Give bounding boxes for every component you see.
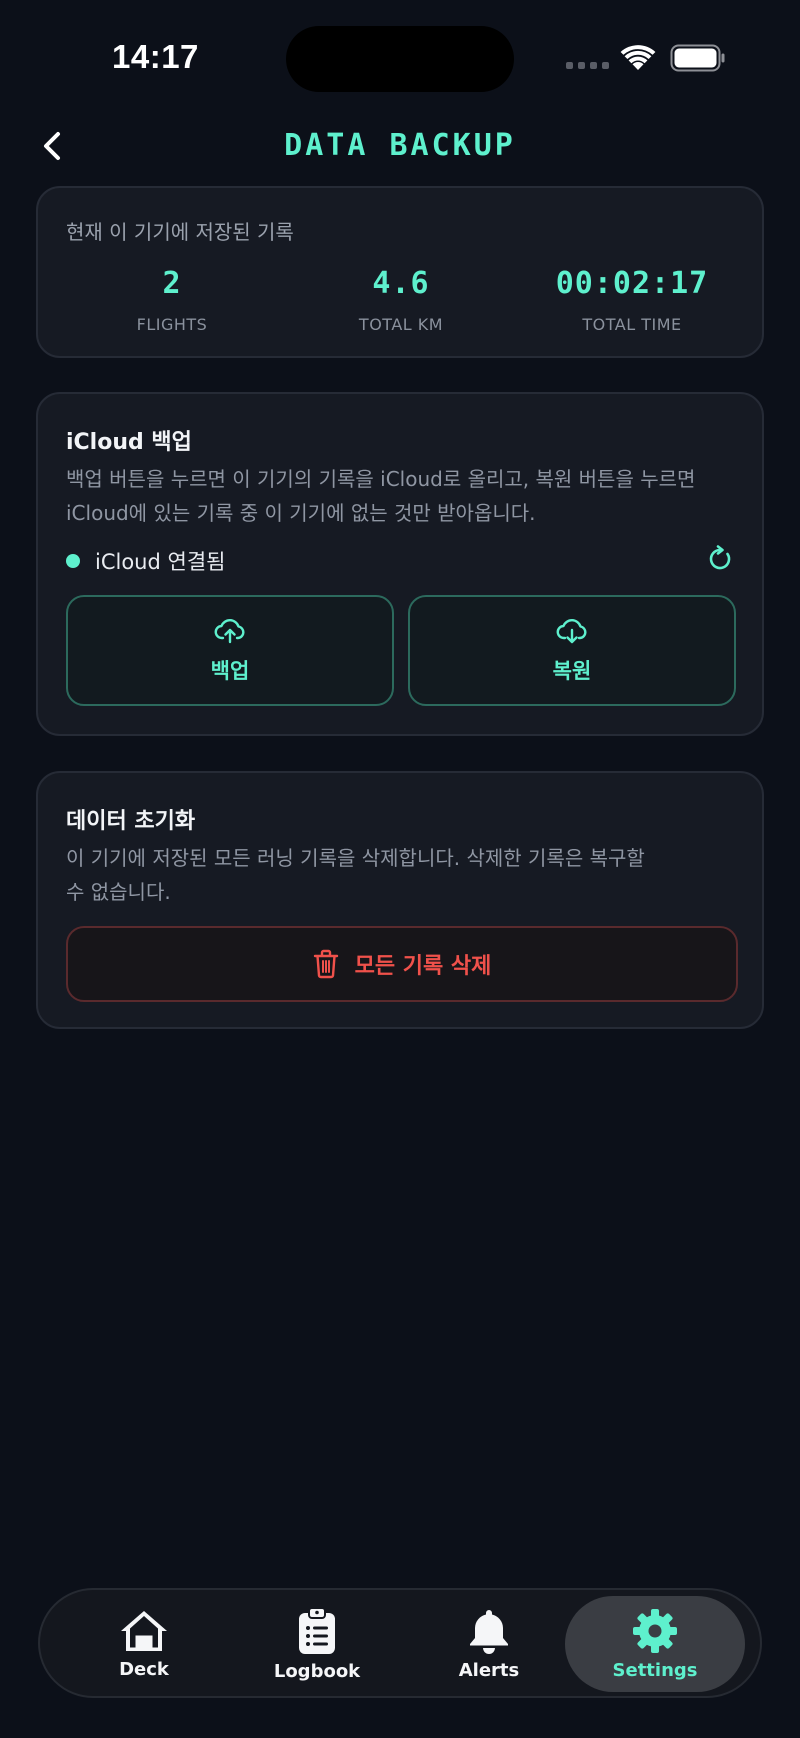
status-dot: [66, 554, 80, 568]
gear-icon: [633, 1608, 677, 1653]
reset-card-title: 데이터 초기화: [66, 809, 196, 834]
cloud-upload-icon: [214, 618, 245, 643]
refresh-icon: [709, 545, 731, 570]
stat-label: TOTAL TIME: [582, 315, 682, 334]
clipboard-list-icon: [299, 1606, 335, 1654]
tab-label: Alerts: [458, 1659, 520, 1681]
description-line: 수 없습니다.: [66, 880, 171, 904]
backup-label: 백업: [210, 658, 250, 683]
cellular-signal-icon: [566, 62, 609, 69]
icloud-card-title: iCloud 백업: [66, 430, 192, 455]
icloud-connection-status: iCloud 연결됨: [66, 546, 225, 576]
stat-value: 00:02:17: [555, 266, 709, 301]
description-line: 백업 버튼을 누르면 이 기기의 기록을 iCloud로 올리고, 복원 버튼을…: [66, 467, 696, 491]
restore-label: 복원: [552, 658, 592, 683]
delete-label: 모든 기록 삭제: [354, 954, 492, 979]
delete-all-records-button[interactable]: 모든 기록 삭제: [66, 926, 738, 1002]
house-icon: [121, 1610, 167, 1651]
icloud-backup-card: iCloud 백업 백업 버튼을 누르면 이 기기의 기록을 iCloud로 올…: [36, 392, 764, 736]
trash-icon: [313, 949, 338, 979]
battery-icon: [670, 44, 725, 72]
tab-settings[interactable]: Settings: [565, 1596, 745, 1692]
status-text: iCloud 연결됨: [95, 550, 226, 574]
stat-label: TOTAL KM: [358, 315, 444, 334]
icloud-card-description: 백업 버튼을 누르면 이 기기의 기록을 iCloud로 올리고, 복원 버튼을…: [66, 462, 738, 530]
status-time: 14:17: [112, 38, 199, 75]
dynamic-island: [286, 26, 514, 92]
reset-card-description: 이 기기에 저장된 모든 러닝 기록을 삭제합니다. 삭제한 기록은 복구할 수…: [66, 841, 738, 909]
device-stats-card: 현재 이 기기에 저장된 기록 2 FLIGHTS 4.6 TOTAL KM 0…: [36, 186, 764, 358]
status-bar: 14:17: [0, 0, 800, 110]
stat-flights: 2 FLIGHTS: [62, 266, 282, 334]
restore-button[interactable]: 복원: [408, 595, 736, 706]
bell-icon: [470, 1609, 508, 1654]
stat-total-time: 00:02:17 TOTAL TIME: [522, 266, 742, 334]
tab-logbook[interactable]: Logbook: [227, 1596, 407, 1692]
description-line: iCloud에 있는 기록 중 이 기기에 없는 것만 받아옵니다.: [66, 501, 536, 525]
stat-total-km: 4.6 TOTAL KM: [291, 266, 511, 334]
refresh-button[interactable]: [706, 545, 734, 573]
tab-label: Deck: [119, 1658, 169, 1680]
backup-button[interactable]: 백업: [66, 595, 394, 706]
wifi-icon: [620, 45, 656, 70]
description-line: 이 기기에 저장된 모든 러닝 기록을 삭제합니다. 삭제한 기록은 복구할: [66, 846, 645, 870]
cloud-download-icon: [556, 618, 587, 643]
tab-label: Settings: [612, 1659, 698, 1681]
stats-caption: 현재 이 기기에 저장된 기록: [66, 220, 294, 244]
tab-deck[interactable]: Deck: [54, 1596, 234, 1692]
tab-alerts[interactable]: Alerts: [399, 1596, 579, 1692]
page-title: DATA BACKUP: [284, 128, 516, 163]
tab-bar: Deck Logbook Alerts Settings: [38, 1588, 762, 1698]
data-reset-card: 데이터 초기화 이 기기에 저장된 모든 러닝 기록을 삭제합니다. 삭제한 기…: [36, 771, 764, 1029]
stat-value: 4.6: [372, 266, 430, 301]
tab-label: Logbook: [273, 1660, 361, 1682]
stat-value: 2: [162, 266, 182, 301]
stat-label: FLIGHTS: [136, 315, 208, 334]
